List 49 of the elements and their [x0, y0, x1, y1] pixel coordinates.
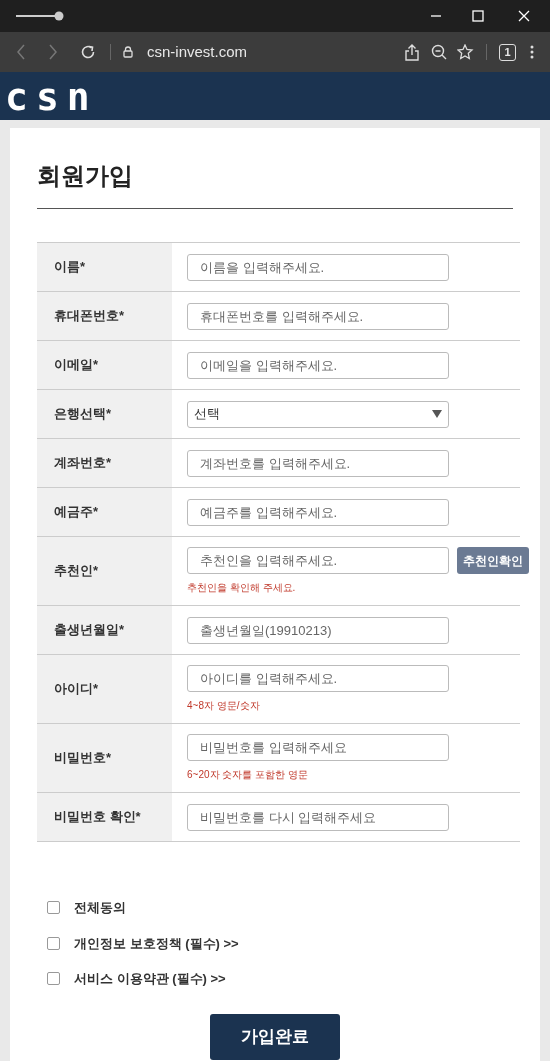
field-label: 계좌번호* — [54, 454, 112, 473]
checkbox[interactable] — [47, 936, 60, 950]
maximize-icon[interactable] — [472, 10, 484, 22]
field-label: 예금주* — [54, 503, 99, 522]
slider-icon[interactable] — [16, 11, 66, 21]
field-label: 이메일* — [54, 356, 99, 375]
checkbox[interactable] — [47, 901, 60, 915]
agreement-label[interactable]: 개인정보 보호정책 (필수) >> — [74, 933, 239, 953]
input-field[interactable]: 아이디를 입력해주세요. — [187, 665, 449, 692]
input-field[interactable]: 계좌번호를 입력해주세요. — [187, 449, 449, 477]
agreement-label[interactable]: 전체동의 — [74, 898, 126, 918]
agreement-label[interactable]: 서비스 이용약관 (필수) >> — [74, 969, 226, 989]
field-label: 출생년월일* — [54, 621, 125, 640]
field-label: 이름* — [54, 258, 86, 277]
field-label: 추천인* — [54, 562, 99, 581]
input-field[interactable]: 휴대폰번호를 입력해주세요. — [187, 302, 449, 330]
forward-icon[interactable] — [48, 44, 58, 60]
checkbox[interactable] — [47, 972, 60, 986]
field-label: 휴대폰번호* — [54, 307, 125, 326]
dropdown-arrow-icon — [432, 410, 442, 418]
input-field[interactable]: 비밀번호를 다시 입력해주세요 — [187, 803, 449, 831]
zoom-out-icon[interactable] — [431, 44, 447, 60]
site-logo[interactable]: csn — [5, 78, 98, 116]
field-label: 아이디* — [54, 680, 99, 699]
field-label: 비밀번호 확인* — [54, 808, 141, 827]
share-icon[interactable] — [405, 43, 419, 61]
hint-text: 6~20자 숫자를 포함한 영문 — [187, 768, 309, 782]
page-title: 회원가입 — [37, 158, 513, 209]
close-icon[interactable] — [518, 10, 530, 22]
input-field[interactable]: 출생년월일(19910213) — [187, 616, 449, 644]
tab-count-button[interactable]: 1 — [499, 43, 516, 61]
input-field[interactable]: 추천인을 입력해주세요. — [187, 547, 449, 574]
input-field[interactable]: 비밀번호를 입력해주세요 — [187, 734, 449, 761]
reload-icon[interactable] — [80, 44, 96, 60]
field-label: 은행선택* — [54, 405, 112, 424]
lock-icon — [123, 46, 133, 58]
input-field[interactable]: 예금주를 입력해주세요. — [187, 498, 449, 526]
hint-text: 추천인을 확인해 주세요. — [187, 581, 297, 595]
menu-icon[interactable] — [530, 45, 534, 59]
input-field[interactable]: 이메일을 입력해주세요. — [187, 351, 449, 379]
verify-button[interactable]: 추천인확인 — [457, 547, 529, 574]
back-icon[interactable] — [16, 44, 26, 60]
star-icon[interactable] — [457, 44, 474, 60]
field-label: 비밀번호* — [54, 749, 112, 768]
address-bar-url[interactable]: csn-invest.com — [147, 40, 248, 64]
hint-text: 4~8자 영문/숫자 — [187, 699, 261, 713]
bank-select[interactable]: 선택 — [187, 400, 449, 428]
submit-button[interactable]: 가입완료 — [210, 1013, 340, 1060]
input-field[interactable]: 이름을 입력해주세요. — [187, 253, 449, 281]
